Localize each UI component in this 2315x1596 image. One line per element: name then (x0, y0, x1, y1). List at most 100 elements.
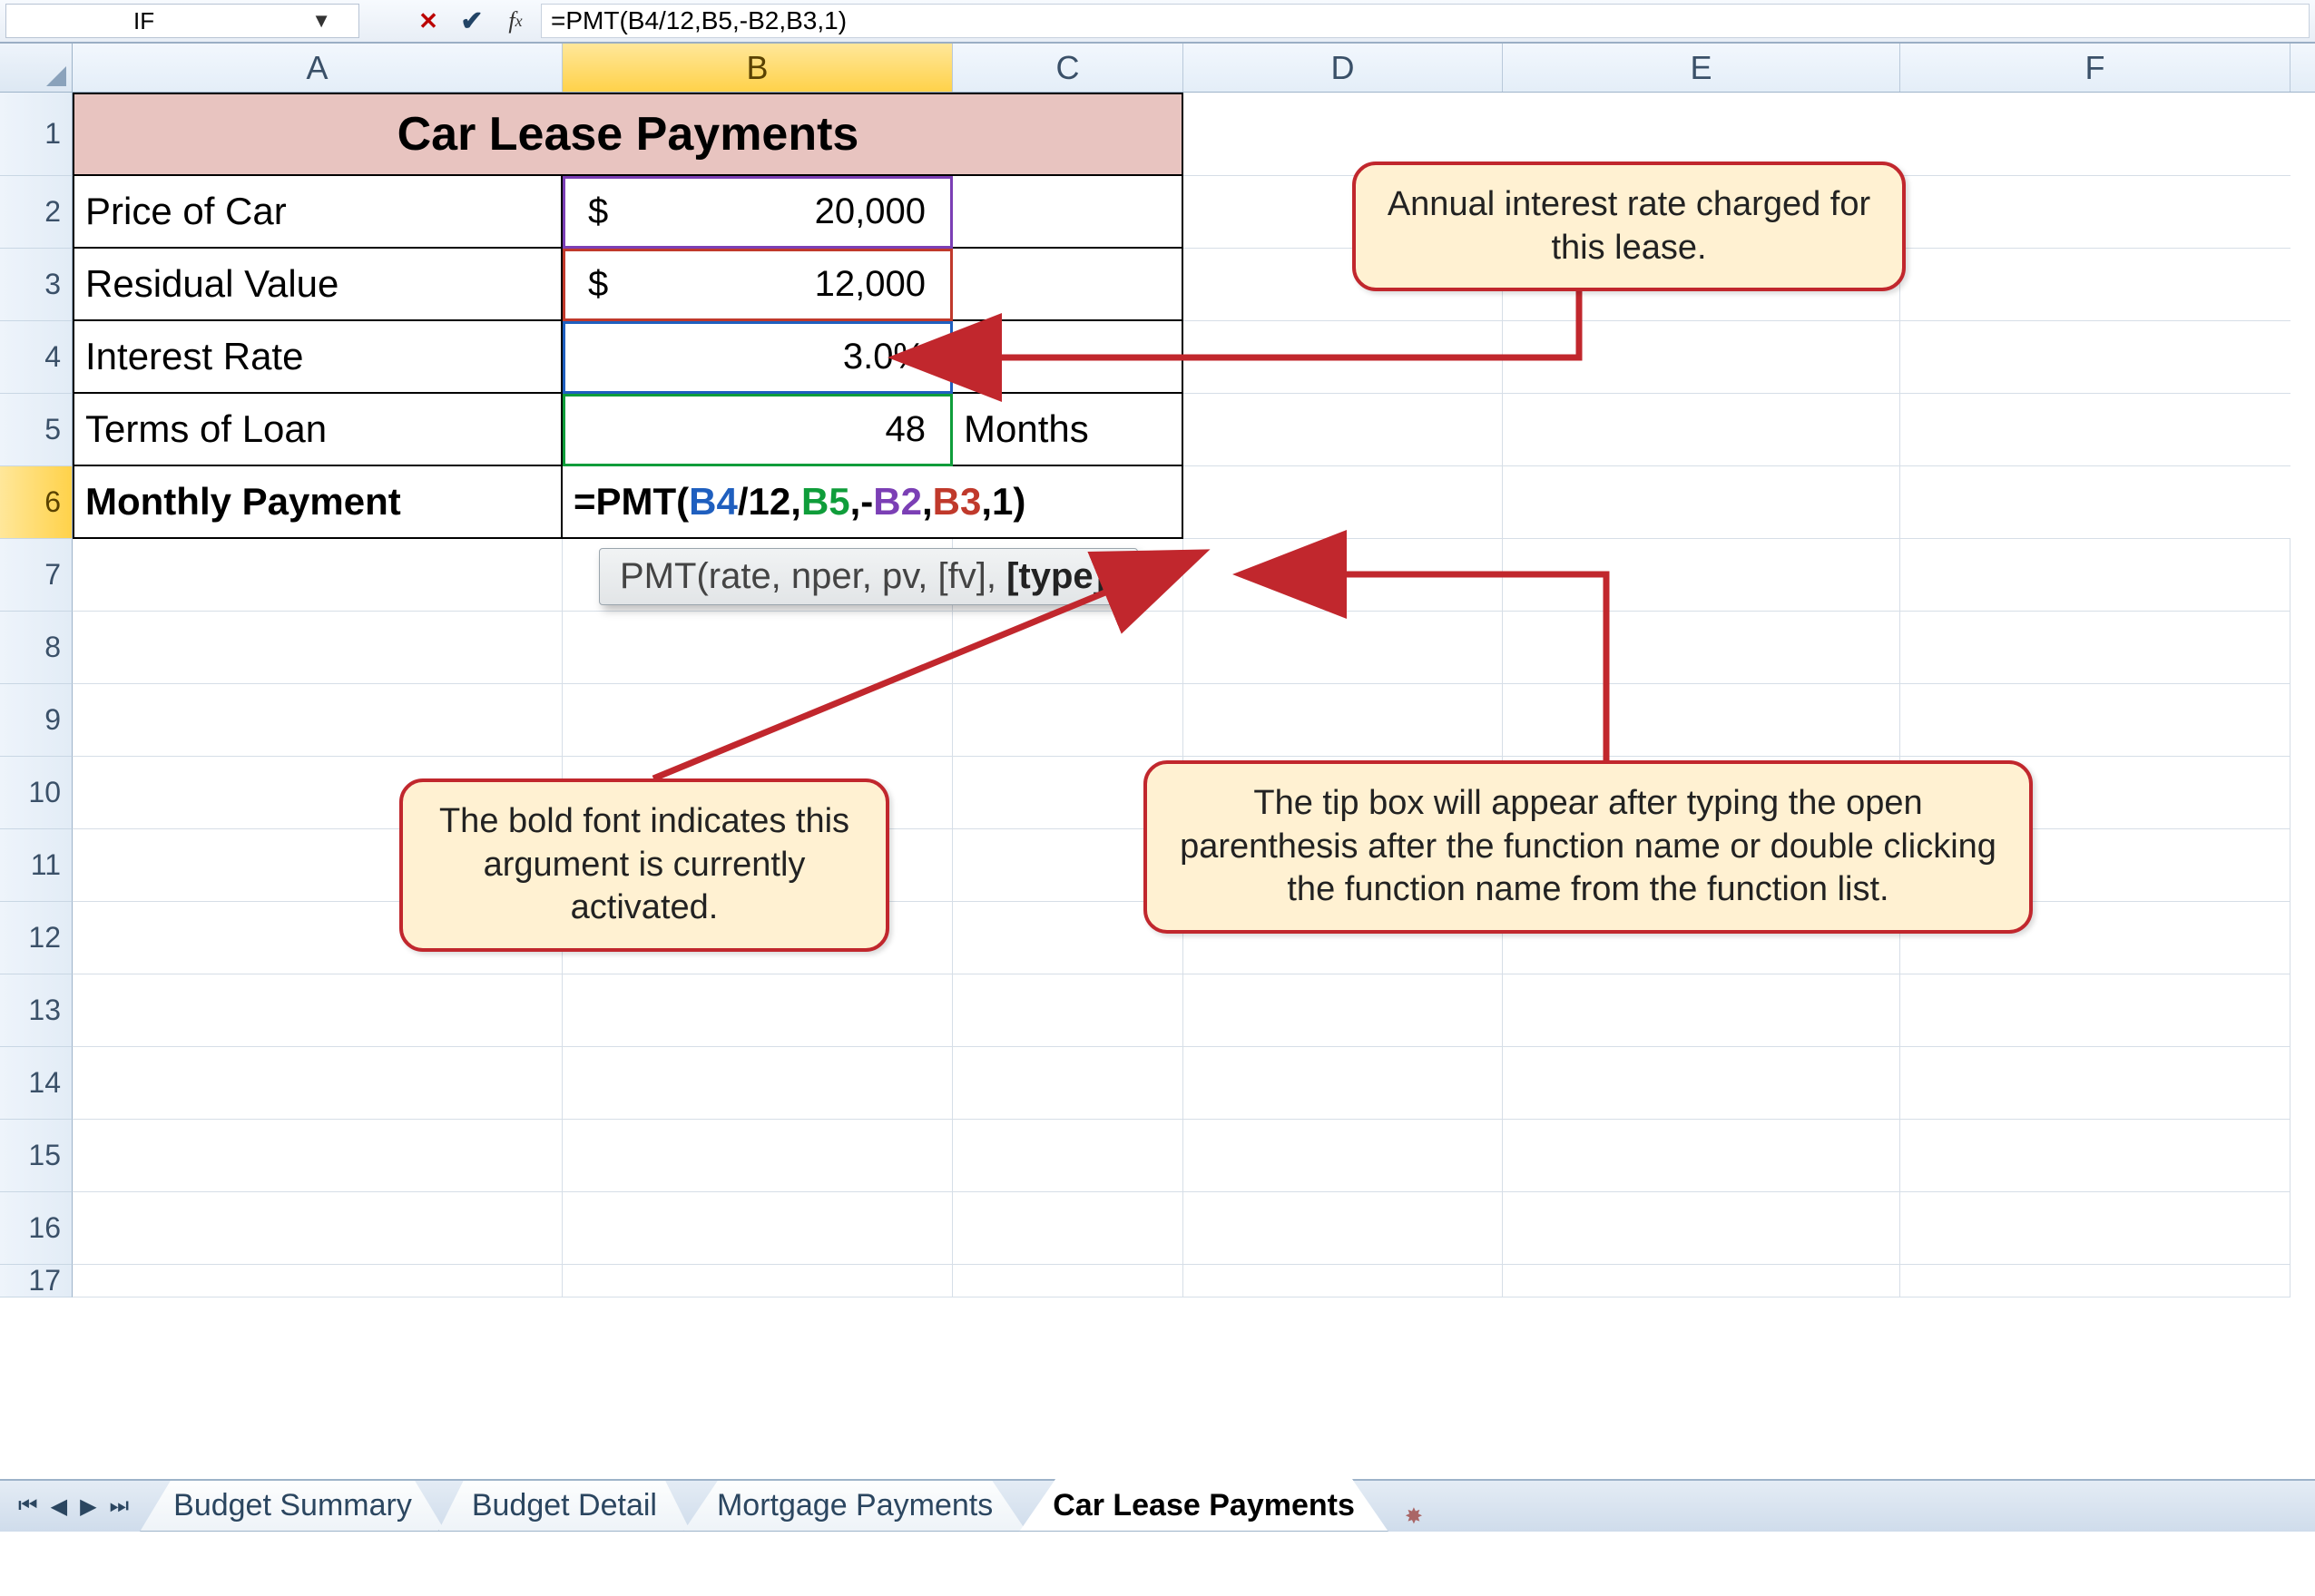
cell-D13[interactable] (1183, 974, 1503, 1047)
cell-C3[interactable] (953, 249, 1183, 321)
cell-A17[interactable] (73, 1265, 563, 1297)
row-header-2[interactable]: 2 (0, 176, 73, 249)
cell-A13[interactable] (73, 974, 563, 1047)
row-header-14[interactable]: 14 (0, 1047, 73, 1120)
cell-F9[interactable] (1900, 684, 2290, 757)
cell-E4[interactable] (1503, 321, 1900, 394)
cell-A7[interactable] (73, 539, 563, 612)
cell-D6[interactable] (1183, 466, 1503, 539)
cell-E17[interactable] (1503, 1265, 1900, 1297)
cell-D16[interactable] (1183, 1192, 1503, 1265)
cell-B5[interactable]: 48 (563, 394, 953, 466)
col-header-F[interactable]: F (1900, 44, 2290, 92)
cell-E5[interactable] (1503, 394, 1900, 466)
cell-C16[interactable] (953, 1192, 1183, 1265)
row-header-8[interactable]: 8 (0, 612, 73, 684)
row-header-13[interactable]: 13 (0, 974, 73, 1047)
row-header-1[interactable]: 1 (0, 93, 73, 176)
row-header-3[interactable]: 3 (0, 249, 73, 321)
cell-E8[interactable] (1503, 612, 1900, 684)
col-header-D[interactable]: D (1183, 44, 1503, 92)
tab-nav-last-icon[interactable]: ⏭ (104, 1490, 135, 1523)
cell-F6[interactable] (1900, 466, 2290, 539)
row-header-11[interactable]: 11 (0, 829, 73, 902)
insert-worksheet-icon[interactable]: ✸ (1394, 1501, 1434, 1532)
formula-input[interactable]: =PMT(B4/12,B5,-B2,B3,1) (541, 4, 2310, 38)
row-header-16[interactable]: 16 (0, 1192, 73, 1265)
cell-F17[interactable] (1900, 1265, 2290, 1297)
row-header-17[interactable]: 17 (0, 1265, 73, 1297)
cell-D17[interactable] (1183, 1265, 1503, 1297)
row-header-10[interactable]: 10 (0, 757, 73, 829)
cell-E16[interactable] (1503, 1192, 1900, 1265)
row-header-15[interactable]: 15 (0, 1120, 73, 1192)
col-header-B[interactable]: B (563, 44, 953, 92)
title-cell[interactable]: Car Lease Payments (73, 93, 1183, 176)
tab-nav-next-icon[interactable]: ▶ (74, 1490, 102, 1523)
cell-A14[interactable] (73, 1047, 563, 1120)
cell-B6[interactable]: =PMT(B4/12,B5,-B2,B3,1) (563, 466, 1183, 539)
tab-budget-detail[interactable]: Budget Detail (438, 1481, 691, 1532)
cancel-formula-icon[interactable]: ✕ (410, 5, 446, 37)
cell-A4[interactable]: Interest Rate (73, 321, 563, 394)
cell-A6[interactable]: Monthly Payment (73, 466, 563, 539)
tab-mortgage-payments[interactable]: Mortgage Payments (683, 1481, 1026, 1532)
cell-D14[interactable] (1183, 1047, 1503, 1120)
insert-function-icon[interactable]: fx (497, 5, 534, 37)
cell-F2[interactable] (1900, 176, 2290, 249)
cell-E13[interactable] (1503, 974, 1900, 1047)
tab-car-lease-payments[interactable]: Car Lease Payments (1019, 1478, 1388, 1532)
cell-C9[interactable] (953, 684, 1183, 757)
cell-C13[interactable] (953, 974, 1183, 1047)
cell-C5[interactable]: Months (953, 394, 1183, 466)
col-header-E[interactable]: E (1503, 44, 1900, 92)
cell-B17[interactable] (563, 1265, 953, 1297)
cell-F8[interactable] (1900, 612, 2290, 684)
cell-D4[interactable] (1183, 321, 1503, 394)
row-header-12[interactable]: 12 (0, 902, 73, 974)
col-header-C[interactable]: C (953, 44, 1183, 92)
name-box-dropdown-icon[interactable]: ▼ (311, 9, 331, 33)
row-header-6[interactable]: 6 (0, 466, 73, 539)
cell-A3[interactable]: Residual Value (73, 249, 563, 321)
cell-E14[interactable] (1503, 1047, 1900, 1120)
cell-B4[interactable]: 3.0% (563, 321, 953, 394)
enter-formula-icon[interactable]: ✔ (454, 5, 490, 37)
cell-F13[interactable] (1900, 974, 2290, 1047)
cell-C15[interactable] (953, 1120, 1183, 1192)
cell-B8[interactable] (563, 612, 953, 684)
cell-B2[interactable]: $ 20,000 (563, 176, 953, 249)
select-all-corner[interactable] (0, 44, 73, 92)
cell-A5[interactable]: Terms of Loan (73, 394, 563, 466)
cell-F7[interactable] (1900, 539, 2290, 612)
cell-E6[interactable] (1503, 466, 1900, 539)
cell-F14[interactable] (1900, 1047, 2290, 1120)
cell-C14[interactable] (953, 1047, 1183, 1120)
cell-A2[interactable]: Price of Car (73, 176, 563, 249)
tab-nav-prev-icon[interactable]: ◀ (45, 1490, 73, 1523)
cell-D9[interactable] (1183, 684, 1503, 757)
cell-B15[interactable] (563, 1120, 953, 1192)
cell-C2[interactable] (953, 176, 1183, 249)
cell-C4[interactable] (953, 321, 1183, 394)
cell-A15[interactable] (73, 1120, 563, 1192)
cell-F16[interactable] (1900, 1192, 2290, 1265)
cell-E7[interactable] (1503, 539, 1900, 612)
row-header-9[interactable]: 9 (0, 684, 73, 757)
cell-F15[interactable] (1900, 1120, 2290, 1192)
col-header-A[interactable]: A (73, 44, 563, 92)
cell-D7[interactable] (1183, 539, 1503, 612)
cell-A8[interactable] (73, 612, 563, 684)
cell-D15[interactable] (1183, 1120, 1503, 1192)
cell-A9[interactable] (73, 684, 563, 757)
row-header-4[interactable]: 4 (0, 321, 73, 394)
cell-B3[interactable]: $ 12,000 (563, 249, 953, 321)
cell-F5[interactable] (1900, 394, 2290, 466)
tab-nav-first-icon[interactable]: ⏮ (13, 1490, 44, 1523)
cell-D5[interactable] (1183, 394, 1503, 466)
cell-B9[interactable] (563, 684, 953, 757)
cell-B14[interactable] (563, 1047, 953, 1120)
cell-D8[interactable] (1183, 612, 1503, 684)
cell-B16[interactable] (563, 1192, 953, 1265)
cell-F1[interactable] (1900, 93, 2290, 176)
